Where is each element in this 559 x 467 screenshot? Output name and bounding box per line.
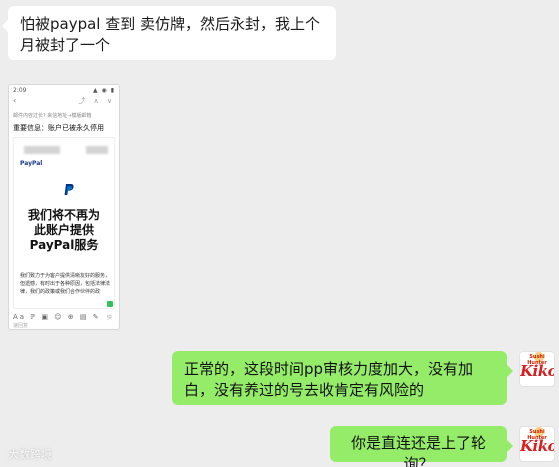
headline-line-2: 此账户提供 xyxy=(33,223,94,237)
outgoing-message-bubble[interactable]: 正常的，这段时间pp审核力度加大，没有加白，没有养过的号去收肯定有风险的 xyxy=(172,351,513,405)
watermark: 大数跨境 xyxy=(8,446,52,462)
mail-headline: 我们将不再为 此账户提供 PayPal服务 xyxy=(14,208,114,253)
avatar-name: Kiko xyxy=(520,362,555,380)
mail-from-line: 邮件内容过长? 来信地址→模版邮箱 xyxy=(13,113,92,119)
incoming-message-text: 怕被paypal 查到 卖仿牌，然后永封，我上个月被封了一个 xyxy=(20,15,321,54)
outgoing-message-text: 你是直连还是上了轮询？ xyxy=(350,434,486,467)
paypal-logo-icon xyxy=(64,184,74,195)
redacted-block xyxy=(86,146,108,154)
incoming-message-bubble[interactable]: 怕被paypal 查到 卖仿牌，然后永封，我上个月被封了一个 xyxy=(2,6,336,60)
mail-body-text: 我们致力于为客户提供清晰友好的服务，但遗憾，有时出于各种原因，包括法律法律，我们… xyxy=(20,273,111,295)
mail-toolbar-icons: ⤴ ∧ ∨ xyxy=(78,97,115,105)
mail-content-card: PayPal 我们将不再为 此账户提供 PayPal服务 我们致力于为客户提供清… xyxy=(13,137,115,309)
thumbnail-nav: ‹ ⤴ ∧ ∨ xyxy=(13,96,115,108)
image-message-thumbnail[interactable]: 2:09 ▲ ◉ ▮ ‹ ⤴ ∧ ∨ 邮件内容过长? 来信地址→模版邮箱 重要信… xyxy=(8,84,120,330)
avatar[interactable]: Sushi Hunter Kiko xyxy=(519,351,555,387)
outgoing-message-bubble[interactable]: 你是直连还是上了轮询？ xyxy=(330,426,513,467)
avatar[interactable]: Sushi Hunter Kiko xyxy=(519,426,555,462)
mail-bottom-bar: Aa ℙ ▣ ☺ ⊕ ▤ ✎ 快速回复 xyxy=(13,313,115,329)
paypal-wordmark: PayPal xyxy=(20,160,43,167)
outgoing-message-text: 正常的，这段时间pp审核力度加大，没有加白，没有养过的号去收肯定有风险的 xyxy=(184,360,474,399)
mail-subject: 重要信息：账户已被永久停用 xyxy=(13,124,104,132)
avatar-name: Kiko xyxy=(520,437,555,455)
thumbnail-status-bar: 2:09 ▲ ◉ ▮ xyxy=(13,87,115,95)
mail-tool-icons: Aa ℙ ▣ ☺ ⊕ ▤ ✎ xyxy=(13,313,101,321)
headline-line-1: 我们将不再为 xyxy=(27,208,100,222)
watermark-text: 大数跨境 xyxy=(8,448,52,461)
headline-line-3: PayPal服务 xyxy=(29,238,99,252)
status-time: 2:09 xyxy=(13,87,27,94)
back-icon: ‹ xyxy=(13,96,17,105)
wechat-icon xyxy=(107,301,113,307)
redacted-block xyxy=(24,146,60,154)
status-icons: ▲ ◉ ▮ xyxy=(93,87,115,94)
